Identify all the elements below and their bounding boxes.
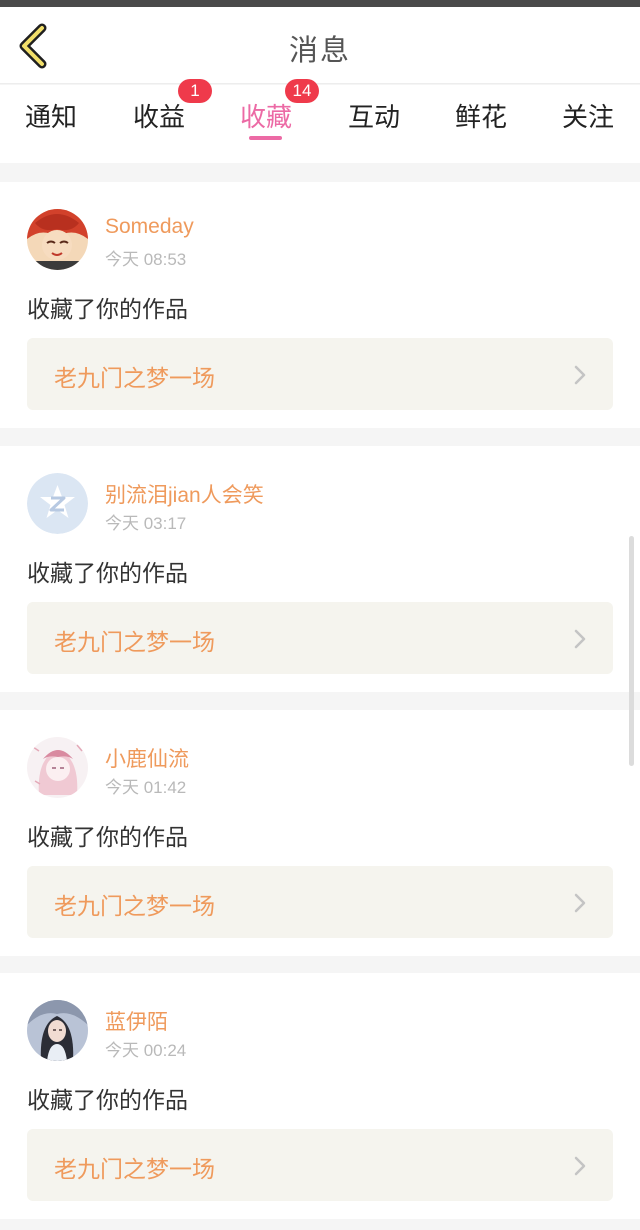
tab-notice[interactable]: 通知 xyxy=(25,97,77,134)
chevron-right-icon xyxy=(574,893,586,913)
timestamp: 今天 00:24 xyxy=(105,1041,187,1060)
timestamp: 今天 03:17 xyxy=(105,514,187,533)
tab-flowers[interactable]: 鲜花 xyxy=(455,97,507,134)
tab-bar: 通知 收益 1 收藏 14 互动 鲜花 关注 xyxy=(0,79,640,163)
work-title: 老九门之梦一场 xyxy=(54,894,215,920)
avatar[interactable] xyxy=(27,1000,88,1061)
action-text: 收藏了你的作品 xyxy=(27,825,188,851)
tab-follow[interactable]: 关注 xyxy=(562,97,614,134)
tab-earnings[interactable]: 收益 xyxy=(133,97,185,134)
work-link[interactable]: 老九门之梦一场 xyxy=(27,602,613,674)
work-link[interactable]: 老九门之梦一场 xyxy=(27,1129,613,1201)
notification-card: Someday 今天 08:53 收藏了你的作品 老九门之梦一场 xyxy=(0,182,640,428)
username[interactable]: Someday xyxy=(105,215,194,239)
avatar[interactable] xyxy=(27,473,88,534)
work-title: 老九门之梦一场 xyxy=(54,366,215,392)
chevron-right-icon xyxy=(574,365,586,385)
favorites-badge: 14 xyxy=(285,79,319,103)
chevron-right-icon xyxy=(574,629,586,649)
username[interactable]: 别流泪jian人会笑 xyxy=(105,479,264,509)
work-title: 老九门之梦一场 xyxy=(54,630,215,656)
timestamp: 今天 01:42 xyxy=(105,778,187,797)
action-text: 收藏了你的作品 xyxy=(27,561,188,587)
header: 消息 xyxy=(0,7,640,84)
timestamp: 今天 08:53 xyxy=(105,250,187,269)
notification-card: 小鹿仙流 今天 01:42 收藏了你的作品 老九门之梦一场 xyxy=(0,710,640,956)
scrollbar[interactable] xyxy=(629,536,634,766)
avatar[interactable] xyxy=(27,737,88,798)
work-link[interactable]: 老九门之梦一场 xyxy=(27,866,613,938)
page-title: 消息 xyxy=(288,33,351,67)
notification-card: 别流泪jian人会笑 今天 03:17 收藏了你的作品 老九门之梦一场 xyxy=(0,446,640,692)
tab-favorites[interactable]: 收藏 xyxy=(240,97,292,134)
username[interactable]: 小鹿仙流 xyxy=(105,743,189,773)
notification-card: 蓝伊陌 今天 00:24 收藏了你的作品 老九门之梦一场 xyxy=(0,973,640,1219)
work-link[interactable]: 老九门之梦一场 xyxy=(27,338,613,410)
earnings-badge: 1 xyxy=(178,79,212,103)
chevron-right-icon xyxy=(574,1156,586,1176)
action-text: 收藏了你的作品 xyxy=(27,297,188,323)
work-title: 老九门之梦一场 xyxy=(54,1157,215,1183)
status-bar xyxy=(0,0,640,7)
avatar[interactable] xyxy=(27,209,88,270)
active-tab-indicator xyxy=(249,136,282,140)
username[interactable]: 蓝伊陌 xyxy=(105,1006,168,1036)
action-text: 收藏了你的作品 xyxy=(27,1088,188,1114)
tab-interaction[interactable]: 互动 xyxy=(348,97,400,134)
